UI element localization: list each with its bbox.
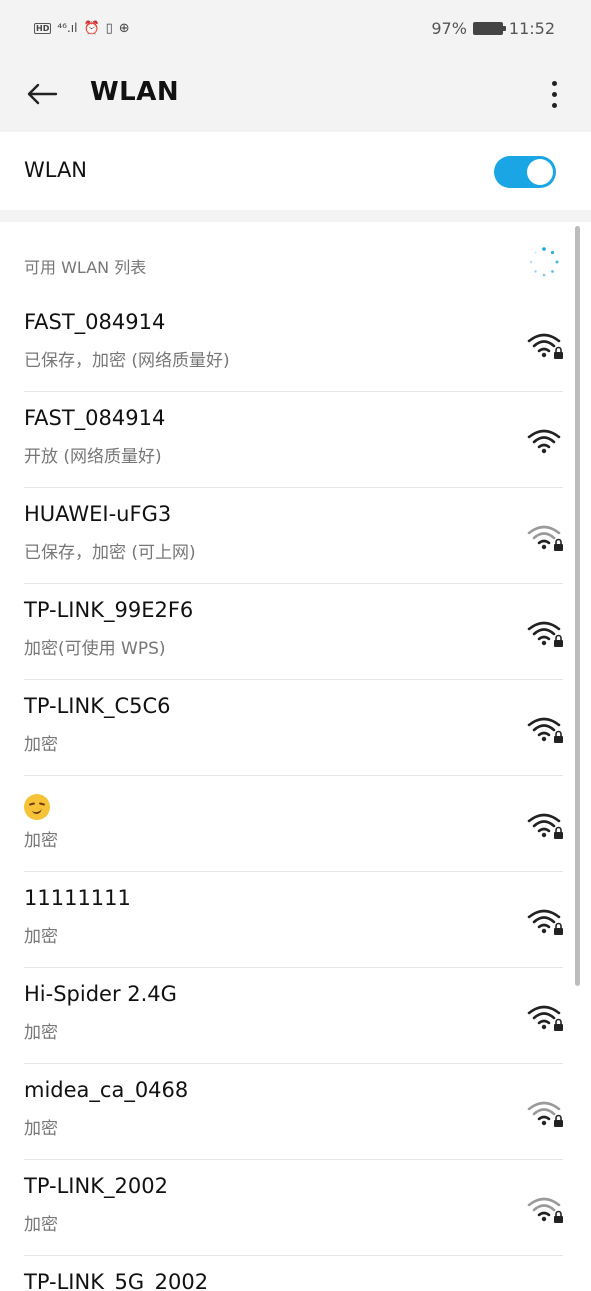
- network-status: 加密(可使用 WPS): [24, 639, 166, 659]
- network-list-item[interactable]: midea_ca_0468 加密: [0, 1064, 591, 1160]
- smirk-emoji-icon: [24, 794, 50, 820]
- wifi-lock-icon: [527, 525, 563, 551]
- status-bar: HD ⁴⁶.ıl ⏰ ▯ ⊕ 97% 11:52: [0, 0, 591, 56]
- wifi-lock-icon: [527, 621, 563, 647]
- wifi-lock-icon: [527, 717, 563, 743]
- switch-knob: [527, 159, 553, 185]
- wlan-toggle-label: WLAN: [24, 158, 88, 182]
- wifi-lock-icon: [527, 909, 563, 935]
- network-status: 加密: [24, 735, 58, 755]
- page-title: WLAN: [90, 77, 180, 107]
- alarm-icon: ⏰: [83, 20, 100, 36]
- network-status: 已保存，加密 (网络质量好): [24, 351, 230, 371]
- network-list-item[interactable]: Hi-Spider 2.4G 加密: [0, 968, 591, 1064]
- network-list-item[interactable]: FAST_084914 已保存，加密 (网络质量好): [0, 296, 591, 392]
- nfc-icon: ⊕: [118, 20, 130, 36]
- spinner-icon: [529, 247, 559, 277]
- network-status: 已保存，加密 (可上网): [24, 543, 196, 563]
- network-status: 加密: [24, 1119, 58, 1139]
- network-list-item[interactable]: HUAWEI-uFG3 已保存，加密 (可上网): [0, 488, 591, 584]
- network-list-item[interactable]: 加密: [0, 776, 591, 872]
- network-list-item[interactable]: FAST_084914 开放 (网络质量好): [0, 392, 591, 488]
- wifi-lock-icon: [527, 1101, 563, 1127]
- section-header: 可用 WLAN 列表: [24, 258, 147, 277]
- wifi-icon: [527, 429, 561, 454]
- network-ssid: FAST_084914: [24, 406, 166, 430]
- vibrate-icon: ▯: [105, 20, 113, 36]
- back-button[interactable]: [24, 76, 60, 112]
- network-ssid: HUAWEI-uFG3: [24, 502, 172, 526]
- network-status: 加密: [24, 1215, 58, 1235]
- network-list-item[interactable]: 11111111 加密: [0, 872, 591, 968]
- network-ssid: TP-LINK_5G_2002: [24, 1270, 209, 1291]
- app-bar: WLAN: [0, 56, 591, 132]
- wlan-switch[interactable]: [494, 156, 556, 188]
- wifi-lock-icon: [527, 1005, 563, 1031]
- network-list-item[interactable]: TP-LINK_5G_2002: [0, 1256, 591, 1291]
- status-icons: HD ⁴⁶.ıl ⏰ ▯ ⊕: [34, 21, 130, 36]
- network-ssid: TP-LINK_2002: [24, 1174, 168, 1198]
- wifi-lock-icon: [527, 813, 563, 839]
- network-status: 加密: [24, 927, 58, 947]
- network-ssid: FAST_084914: [24, 310, 166, 334]
- wifi-lock-icon: [527, 333, 563, 359]
- network-ssid: Hi-Spider 2.4G: [24, 982, 177, 1006]
- battery-icon: [472, 21, 506, 35]
- signal-icon: ⁴⁶.ıl: [57, 21, 78, 35]
- network-status: 加密: [24, 1023, 58, 1043]
- network-status: 加密: [24, 831, 58, 851]
- network-list-card: 可用 WLAN 列表 FAST_084914 已保存，加密 (网络质量好) FAS…: [0, 222, 591, 1291]
- more-options-button[interactable]: [540, 74, 568, 114]
- network-list: FAST_084914 已保存，加密 (网络质量好) FAST_084914 开放 …: [0, 296, 591, 1291]
- network-list-item[interactable]: TP-LINK_C5C6 加密: [0, 680, 591, 776]
- hd-icon: HD: [34, 22, 52, 34]
- battery-percent: 97%: [431, 18, 467, 38]
- network-ssid: TP-LINK_C5C6: [24, 694, 171, 718]
- network-ssid: midea_ca_0468: [24, 1078, 189, 1102]
- network-ssid: TP-LINK_99E2F6: [24, 598, 194, 622]
- network-list-item[interactable]: TP-LINK_99E2F6 加密(可使用 WPS): [0, 584, 591, 680]
- more-vertical-icon: [551, 80, 557, 86]
- arrow-left-icon: [27, 83, 58, 105]
- network-list-item[interactable]: TP-LINK_2002 加密: [0, 1160, 591, 1256]
- clock: 11:52: [508, 18, 555, 38]
- network-status: 开放 (网络质量好): [24, 447, 162, 467]
- network-ssid: 11111111: [24, 886, 131, 910]
- wifi-lock-icon: [527, 1197, 563, 1223]
- wlan-toggle-row[interactable]: WLAN: [0, 132, 591, 210]
